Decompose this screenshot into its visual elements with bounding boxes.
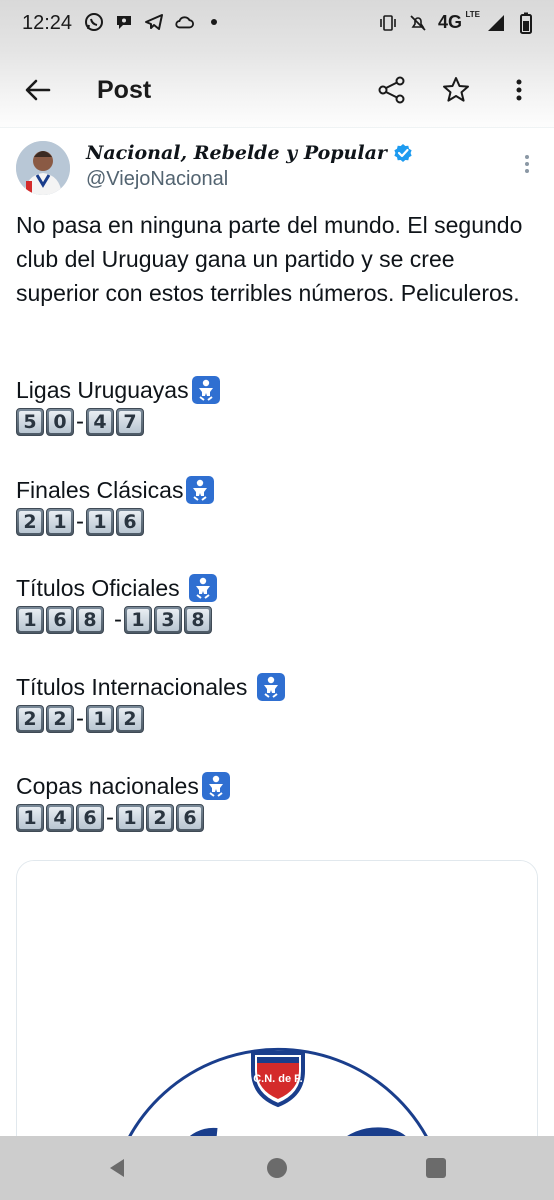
stat-dash: - — [76, 408, 84, 435]
stat-label-text: Copas nacionales — [16, 773, 199, 799]
tweet-text: No pasa en ninguna parte del mundo. El s… — [16, 212, 523, 306]
keycap-digit: 6 — [76, 804, 104, 832]
tweet-more-button[interactable] — [521, 152, 533, 176]
cloud-icon — [174, 12, 194, 32]
nav-home-icon[interactable] — [267, 1158, 287, 1178]
back-button[interactable] — [20, 72, 56, 108]
app-bar-divider — [0, 127, 554, 128]
stat-values: 22-12 — [16, 705, 286, 733]
keycap-digit: 6 — [116, 508, 144, 536]
stat-label-text: Ligas Uruguayas — [16, 377, 189, 403]
keycap-digit: 1 — [86, 508, 114, 536]
stat-dash: - — [114, 606, 122, 633]
stat-label: Copas nacionales — [16, 770, 231, 802]
stat-label-text: Títulos Oficiales — [16, 575, 186, 601]
more-options-button[interactable] — [508, 74, 530, 106]
share-icon — [378, 76, 405, 104]
telegram-icon — [144, 12, 164, 32]
keycap-digit: 0 — [46, 408, 74, 436]
keycap-digit: 7 — [116, 408, 144, 436]
keycap-digit: 2 — [16, 508, 44, 536]
vibrate-icon — [378, 13, 398, 33]
verified-badge-icon — [394, 144, 412, 162]
nav-back-icon — [110, 1159, 124, 1177]
keycap-digit: 1 — [16, 804, 44, 832]
stat-values: 21-16 — [16, 508, 215, 536]
keycap-digit: 1 — [86, 705, 114, 733]
stat-dash: - — [106, 804, 114, 831]
keycap-digit: 4 — [86, 408, 114, 436]
keycap-digit: 3 — [154, 606, 182, 634]
stat-values: 50-47 — [16, 408, 221, 436]
keycap-digit: 1 — [46, 508, 74, 536]
avatar[interactable] — [16, 141, 70, 195]
crest-text: C.N. de F. — [253, 1073, 303, 1085]
stat-label: Ligas Uruguayas — [16, 374, 221, 406]
baby-icon — [188, 573, 218, 603]
keycap-digit: 1 — [124, 606, 152, 634]
status-bar: 12:24 4G LTE — [0, 0, 554, 50]
network-label: 4G LTE — [437, 10, 480, 32]
favorite-button[interactable] — [440, 74, 472, 106]
stat-label-text: Títulos Internacionales — [16, 674, 254, 700]
nav-back-button[interactable] — [107, 1156, 127, 1180]
more-vertical-icon — [516, 79, 522, 101]
chat-icon — [114, 12, 134, 32]
keycap-digit: 4 — [46, 804, 74, 832]
nav-recents-icon[interactable] — [426, 1158, 446, 1178]
stat-dash: - — [76, 705, 84, 732]
avatar-image — [16, 141, 70, 195]
mute-icon — [408, 13, 428, 33]
stat-label: Finales Clásicas — [16, 474, 215, 506]
baby-icon — [185, 475, 215, 505]
keycap-digit: 6 — [46, 606, 74, 634]
battery-icon — [516, 12, 536, 34]
keycap-digit: 1 — [116, 804, 144, 832]
keycap-digit: 6 — [176, 804, 204, 832]
stat-label-text: Finales Clásicas — [16, 477, 184, 503]
stat-block: Ligas Uruguayas 5 0-4 7 — [16, 374, 221, 436]
stat-block: Copas nacionales 1 4 6-1 2 6 — [16, 770, 231, 832]
stat-values: 146-126 — [16, 804, 231, 832]
stat-block: Títulos Internacionales 22-12 — [16, 671, 286, 733]
author-name-row[interactable]: Nacional, Rebelde y Popular — [86, 142, 413, 164]
keycap-digit: 8 — [76, 606, 104, 634]
keycap-digit: 5 — [16, 408, 44, 436]
stat-block: Finales Clásicas 2 1-1 6 — [16, 474, 215, 536]
app-bar: Post — [0, 50, 554, 128]
whatsapp-icon — [84, 12, 104, 32]
back-arrow-icon — [25, 79, 51, 101]
keycap-digit: 2 — [46, 705, 74, 733]
signal-icon — [486, 13, 506, 33]
author-handle[interactable]: @ViejoNacional — [86, 168, 228, 191]
page-title: Post — [97, 76, 152, 104]
keycap-digit: 1 — [16, 606, 44, 634]
author-display-name[interactable]: Nacional, Rebelde y Popular — [86, 142, 387, 164]
network-sup: LTE — [465, 10, 480, 19]
stat-values: 168 -138 — [16, 606, 218, 634]
notification-icons — [84, 12, 224, 32]
keycap-digit: 8 — [184, 606, 212, 634]
baby-icon — [201, 771, 231, 801]
stat-block: Títulos Oficiales 168 -138 — [16, 572, 218, 634]
stat-dash: - — [76, 508, 84, 535]
stat-label: Títulos Oficiales — [16, 572, 218, 604]
keycap-digit: 2 — [116, 705, 144, 733]
stat-label: Títulos Internacionales — [16, 671, 286, 703]
keycap-digit: 2 — [146, 804, 174, 832]
tweet-more-icon — [525, 155, 529, 173]
system-icons: 4G LTE — [378, 10, 536, 34]
dot-icon — [204, 12, 224, 32]
star-icon — [443, 77, 469, 102]
baby-icon — [191, 375, 221, 405]
keycap-digit: 2 — [16, 705, 44, 733]
system-nav-bar — [0, 1136, 554, 1200]
share-button[interactable] — [376, 74, 408, 106]
status-time: 12:24 — [22, 12, 73, 34]
baby-icon — [256, 672, 286, 702]
